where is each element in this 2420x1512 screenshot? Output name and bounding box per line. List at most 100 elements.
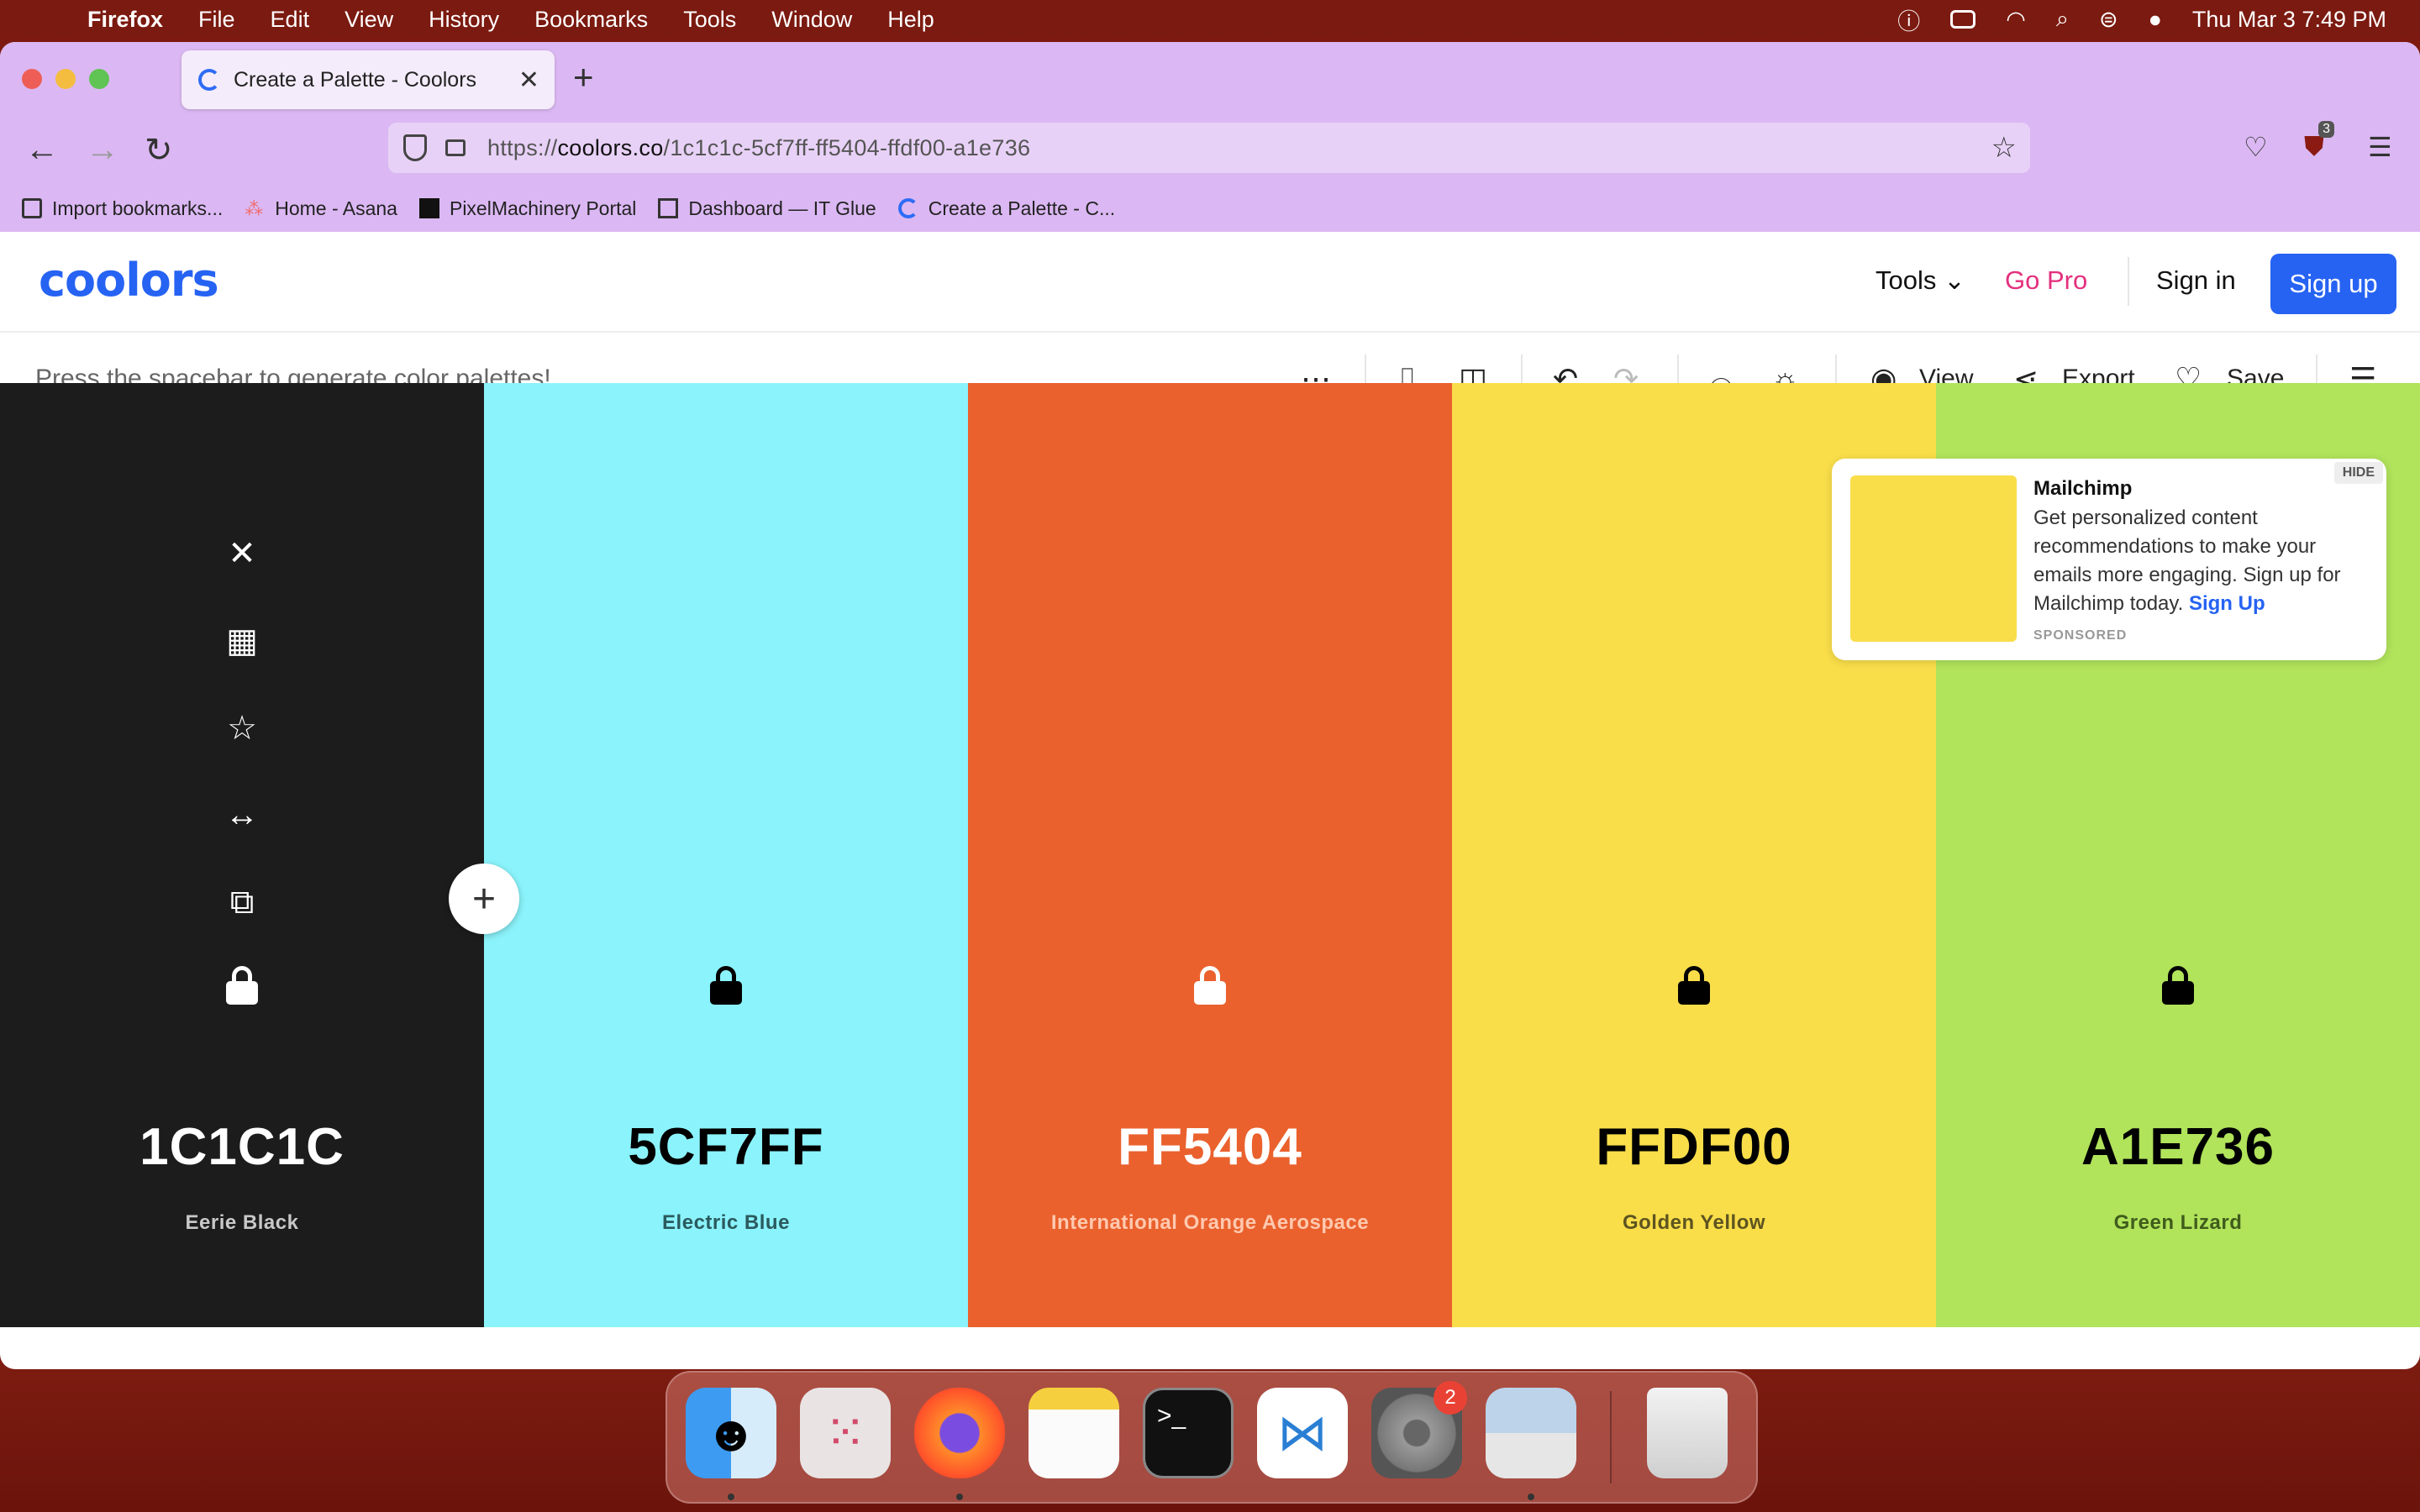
favorite-star-icon[interactable]: ☆ [227, 709, 257, 796]
color-column-2[interactable]: 5CF7FF Electric Blue [484, 383, 968, 1327]
wifi-icon[interactable]: ◠ [2006, 7, 2026, 33]
zoom-window-button[interactable] [89, 69, 109, 89]
lock-icon[interactable] [710, 966, 742, 1005]
finder-icon[interactable]: ☻ [686, 1388, 776, 1478]
menu-bookmarks[interactable]: Bookmarks [534, 7, 648, 33]
coolors-logo[interactable]: coolors [39, 254, 219, 307]
bookmark-label: PixelMachinery Portal [449, 197, 637, 219]
preview-icon[interactable] [1486, 1388, 1576, 1478]
bookmark-pixelmachinery[interactable]: PixelMachinery Portal [418, 197, 637, 220]
tab-title: Create a Palette - Coolors [234, 67, 477, 92]
spotlight-search-icon[interactable]: ⌕ [2056, 6, 2069, 33]
onepassword-icon[interactable]: ⓘ [1897, 3, 1920, 36]
menu-app-name[interactable]: Firefox [87, 7, 163, 33]
menu-view[interactable]: View [345, 7, 393, 33]
url-path: /1c1c1c-5cf7ff-ff5404-ffdf00-a1e736 [663, 134, 1031, 160]
extension-badge: 3 [2318, 121, 2335, 138]
running-indicator [956, 1494, 963, 1500]
vscode-icon[interactable]: ⋈ [1257, 1388, 1348, 1478]
chevron-down-icon: ⌄ [1944, 265, 1965, 295]
color-column-1[interactable]: ✕ ▦ ☆ ↔ ⧉ 1C1C1C Eerie Black [0, 383, 484, 1327]
ad-image[interactable] [1850, 475, 2017, 642]
menu-file[interactable]: File [198, 7, 235, 33]
pixelmachinery-icon [418, 198, 439, 218]
bookmark-coolors[interactable]: Create a Palette - C... [897, 197, 1116, 220]
hex-code[interactable]: 5CF7FF [484, 1117, 968, 1177]
tools-dropdown[interactable]: Tools ⌄ [1876, 265, 1965, 296]
menu-help[interactable]: Help [887, 7, 934, 33]
remove-color-icon[interactable]: ✕ [228, 534, 256, 622]
hex-code[interactable]: A1E736 [1936, 1117, 2420, 1177]
tools-label: Tools [1876, 265, 1937, 295]
close-window-button[interactable] [22, 69, 42, 89]
notification-badge: 2 [1434, 1381, 1467, 1415]
battery-icon[interactable] [1950, 10, 1976, 29]
sponsored-ad-card[interactable]: Mailchimp Get personalized content recom… [1832, 459, 2386, 660]
tab-close-icon[interactable]: ✕ [518, 66, 539, 95]
color-tools: ✕ ▦ ☆ ↔ ⧉ [0, 534, 484, 971]
pocket-icon[interactable]: ♡ [2244, 131, 2268, 163]
menu-tools[interactable]: Tools [683, 7, 736, 33]
new-tab-plus-icon[interactable]: + [573, 57, 594, 97]
ad-title: Mailchimp [2033, 477, 2133, 500]
siri-icon[interactable]: ● [2149, 7, 2162, 33]
dock-separator [1610, 1391, 1612, 1483]
menu-window[interactable]: Window [771, 7, 852, 33]
bookmark-label: Create a Palette - C... [928, 197, 1116, 219]
back-arrow-icon[interactable]: ← [25, 131, 59, 169]
system-preferences-icon[interactable]: 2 [1371, 1381, 1467, 1478]
lock-icon[interactable] [1194, 966, 1226, 1005]
lock-icon[interactable] [2162, 966, 2194, 1005]
hamburger-menu-icon[interactable]: ☰ [2368, 131, 2392, 163]
tab-coolors[interactable]: Create a Palette - Coolors ✕ [182, 50, 555, 109]
hide-ad-button[interactable]: HIDE [2333, 462, 2383, 484]
color-name: Green Lizard [2113, 1211, 2243, 1234]
bookmark-label: Home - Asana [275, 197, 397, 219]
reload-icon[interactable]: ↻ [145, 131, 173, 170]
color-name: Eerie Black [185, 1211, 299, 1234]
tracking-protection-shield-icon[interactable] [403, 134, 427, 161]
running-indicator [1528, 1494, 1534, 1500]
url-text[interactable]: https://coolors.co/1c1c1c-5cf7ff-ff5404-… [487, 135, 1030, 161]
hex-code[interactable]: 1C1C1C [0, 1117, 484, 1177]
macos-dock: ☻ ⁙ >_ ⋈ 2 [666, 1371, 1758, 1504]
sign-in-link[interactable]: Sign in [2156, 265, 2236, 296]
hex-code[interactable]: FF5404 [968, 1117, 1452, 1177]
color-column-3[interactable]: FF5404 International Orange Aerospace [968, 383, 1452, 1327]
menu-edit[interactable]: Edit [271, 7, 310, 33]
trash-icon[interactable] [1647, 1388, 1728, 1478]
bookmark-asana[interactable]: ⁂ Home - Asana [245, 197, 397, 220]
lock-icon[interactable] [1678, 966, 1710, 1005]
lock-icon[interactable] [226, 966, 258, 1005]
padlock-icon[interactable] [445, 139, 466, 156]
address-bar[interactable]: https://coolors.co/1c1c1c-5cf7ff-ff5404-… [388, 123, 2030, 173]
notes-icon[interactable] [1028, 1388, 1119, 1478]
coolors-favicon-icon [897, 198, 918, 218]
add-color-plus-icon[interactable]: + [449, 864, 519, 934]
shades-grid-icon[interactable]: ▦ [226, 622, 258, 709]
copy-hex-icon[interactable]: ⧉ [230, 884, 255, 971]
launchpad-icon[interactable]: ⁙ [800, 1388, 891, 1478]
bookmark-star-icon[interactable]: ☆ [1991, 131, 2017, 165]
menu-history[interactable]: History [429, 7, 499, 33]
ad-body: Get personalized content recommendations… [2033, 504, 2370, 618]
forward-arrow-icon[interactable]: → [86, 131, 119, 169]
firefox-icon[interactable] [914, 1388, 1005, 1478]
go-pro-link[interactable]: Go Pro [2005, 265, 2087, 296]
ad-sign-up-link[interactable]: Sign Up [2189, 592, 2265, 615]
drag-arrows-icon[interactable]: ↔ [225, 796, 259, 884]
hex-code[interactable]: FFDF00 [1452, 1117, 1936, 1177]
bookmark-import[interactable]: Import bookmarks... [22, 197, 223, 220]
itglue-icon [658, 198, 679, 218]
menubar-clock[interactable]: Thu Mar 3 7:49 PM [2192, 7, 2386, 33]
color-name: International Orange Aerospace [1050, 1211, 1370, 1234]
ublock-extension-icon[interactable]: ⛊ 3 [2304, 121, 2335, 163]
asana-icon: ⁂ [245, 198, 264, 219]
terminal-icon[interactable]: >_ [1143, 1388, 1234, 1478]
minimize-window-button[interactable] [55, 69, 76, 89]
control-center-icon[interactable]: ⊜ [2099, 7, 2118, 33]
color-name: Electric Blue [662, 1211, 790, 1234]
url-domain: coolors.co [557, 134, 664, 160]
sign-up-button[interactable]: Sign up [2270, 254, 2396, 314]
bookmark-itglue[interactable]: Dashboard — IT Glue [658, 197, 876, 220]
